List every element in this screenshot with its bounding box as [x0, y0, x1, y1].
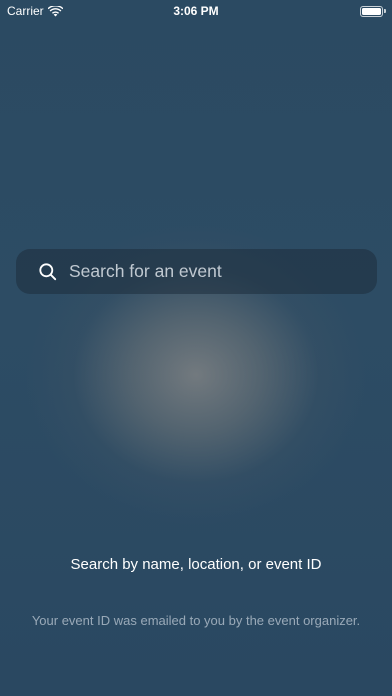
search-hint-body: Your event ID was emailed to you by the … — [31, 613, 361, 628]
search-hint-title: Search by name, location, or event ID — [70, 556, 322, 573]
status-time: 3:06 PM — [173, 4, 219, 18]
status-bar: Carrier 3:06 PM — [0, 0, 392, 22]
search-icon — [38, 262, 58, 282]
app-screen: Carrier 3:06 PM Search for an event Sear… — [0, 0, 392, 696]
search-placeholder: Search for an event — [69, 261, 222, 281]
search-input[interactable]: Search for an event — [16, 249, 377, 294]
